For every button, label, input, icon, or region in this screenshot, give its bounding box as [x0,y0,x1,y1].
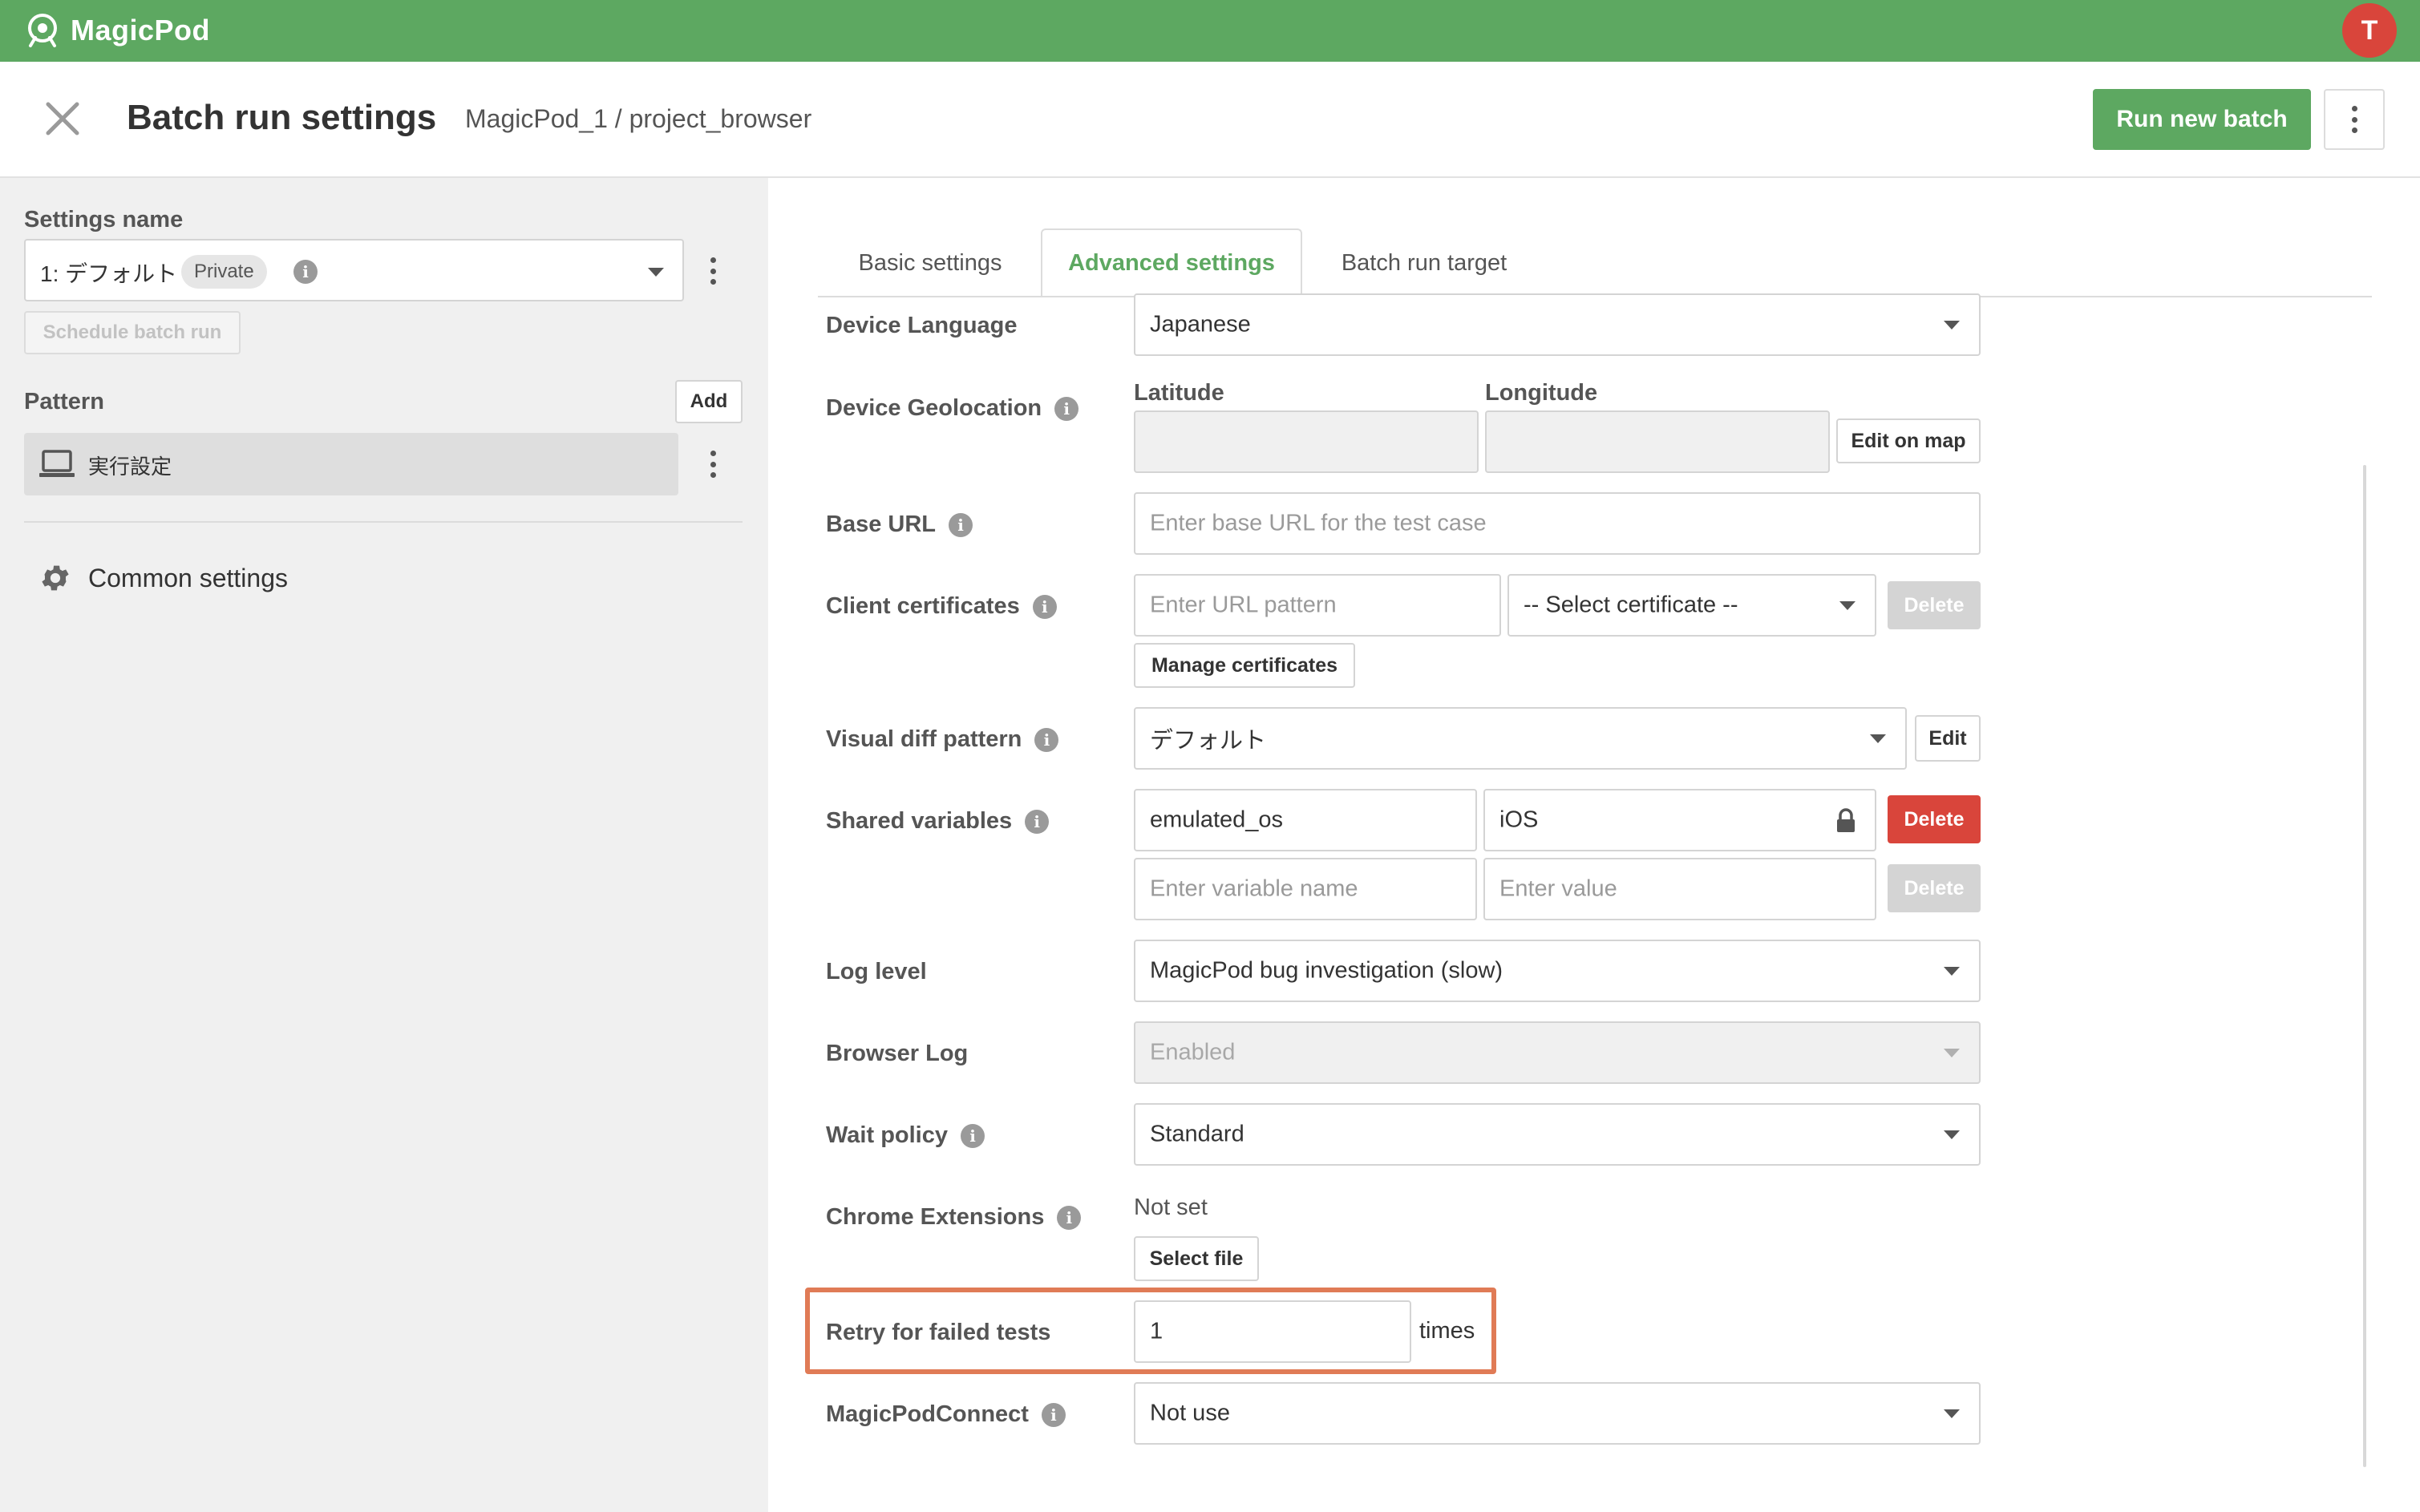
common-settings-link[interactable]: Common settings [38,561,288,595]
shared-variables-label: Shared variables i [826,808,1050,835]
longitude-input[interactable] [1485,410,1830,473]
visual-diff-select[interactable]: デフォルト [1134,707,1907,770]
new-variable-delete-button[interactable]: Delete [1888,864,1981,912]
chevron-down-icon [1944,967,1960,976]
close-icon[interactable] [40,96,85,141]
variable-name-input[interactable]: emulated_os [1134,789,1477,851]
certificate-select[interactable]: -- Select certificate -- [1507,574,1876,637]
longitude-label: Longitude [1485,380,1598,406]
base-url-label: Base URL i [826,511,973,538]
tab-advanced-settings[interactable]: Advanced settings [1041,228,1302,297]
new-variable-name-input[interactable]: Enter variable name [1134,858,1477,920]
latitude-input[interactable] [1134,410,1479,473]
pattern-item-label: 実行設定 [88,455,172,479]
chevron-down-icon [1870,734,1886,743]
edit-on-map-button[interactable]: Edit on map [1836,418,1981,463]
select-file-button[interactable]: Select file [1134,1236,1259,1281]
pattern-list-item[interactable]: 実行設定 [24,433,678,495]
info-icon[interactable]: i [949,512,973,537]
gear-icon [42,565,69,591]
common-settings-label: Common settings [88,563,288,592]
info-icon[interactable]: i [1025,809,1050,834]
log-level-select[interactable]: MagicPod bug investigation (slow) [1134,940,1981,1002]
info-icon[interactable]: i [1057,1205,1082,1230]
settings-name-value: 1: デフォルト [40,261,178,286]
user-avatar[interactable]: T [2342,3,2397,58]
chevron-down-icon [1944,1130,1960,1139]
url-pattern-input[interactable]: Enter URL pattern [1134,574,1501,637]
new-variable-value-input[interactable]: Enter value [1483,858,1876,920]
magicpod-connect-select[interactable]: Not use [1134,1382,1981,1445]
retry-label: Retry for failed tests [826,1320,1051,1345]
pattern-label: Pattern [24,389,104,414]
lock-icon[interactable] [1835,808,1857,834]
visual-diff-label: Visual diff pattern i [826,726,1059,753]
page-title: Batch run settings [127,98,437,137]
info-icon[interactable]: i [1041,1402,1066,1427]
add-pattern-button[interactable]: Add [675,380,743,423]
scrollbar[interactable] [2363,465,2366,1467]
magicpod-logo[interactable]: MagicPod [22,10,210,51]
manage-certificates-button[interactable]: Manage certificates [1134,643,1355,688]
chrome-extensions-status: Not set [1134,1195,1208,1220]
laptop-icon [39,450,75,477]
chevron-down-icon [1944,1409,1960,1418]
wait-policy-select[interactable]: Standard [1134,1103,1981,1166]
brand-name: MagicPod [71,14,211,46]
run-new-batch-button[interactable]: Run new batch [2093,89,2311,150]
info-icon[interactable]: i [961,1123,985,1148]
schedule-batch-run-button[interactable]: Schedule batch run [24,311,241,354]
base-url-input[interactable]: Enter base URL for the test case [1134,492,1981,555]
settings-more-icon[interactable] [710,257,716,285]
chevron-down-icon [1944,321,1960,329]
tab-batch-run-target[interactable]: Batch run target [1323,228,1525,297]
settings-name-select[interactable]: 1: デフォルト Private i [24,239,684,301]
visual-diff-edit-button[interactable]: Edit [1915,715,1981,762]
sidebar-divider [24,521,743,523]
chevron-down-icon [648,268,664,277]
info-icon[interactable]: i [293,260,318,284]
header-more-menu-button[interactable] [2324,89,2385,150]
certificate-delete-button[interactable]: Delete [1888,581,1981,629]
chevron-down-icon [1839,601,1855,610]
retry-unit: times [1419,1318,1475,1344]
log-level-label: Log level [826,959,927,984]
browser-log-select: Enabled [1134,1021,1981,1084]
pattern-more-icon[interactable] [710,451,716,478]
info-icon[interactable]: i [1054,396,1079,421]
chevron-down-icon [1944,1049,1960,1057]
retry-count-input[interactable]: 1 [1134,1300,1411,1363]
latitude-label: Latitude [1134,380,1224,406]
variable-delete-button[interactable]: Delete [1888,795,1981,843]
variable-value-input[interactable]: iOS [1483,789,1876,851]
private-badge: Private [181,255,267,289]
browser-log-label: Browser Log [826,1041,969,1066]
device-geolocation-label: Device Geolocation i [826,395,1079,422]
breadcrumb: MagicPod_1 / project_browser [465,104,812,133]
tab-basic-settings[interactable]: Basic settings [834,228,1026,297]
settings-name-label: Settings name [24,207,184,232]
magicpod-logo-icon [28,14,57,47]
sidebar-panel [0,178,768,1512]
top-bar [0,0,2420,62]
magicpod-connect-label: MagicPodConnect i [826,1401,1066,1428]
device-language-select[interactable]: Japanese [1134,293,1981,356]
info-icon[interactable]: i [1032,594,1057,619]
device-language-label: Device Language [826,313,1018,338]
chrome-extensions-label: Chrome Extensions i [826,1204,1082,1231]
wait-policy-label: Wait policy i [826,1122,985,1149]
info-icon[interactable]: i [1034,727,1059,752]
client-certificates-label: Client certificates i [826,593,1057,620]
more-vertical-icon [2351,106,2357,133]
